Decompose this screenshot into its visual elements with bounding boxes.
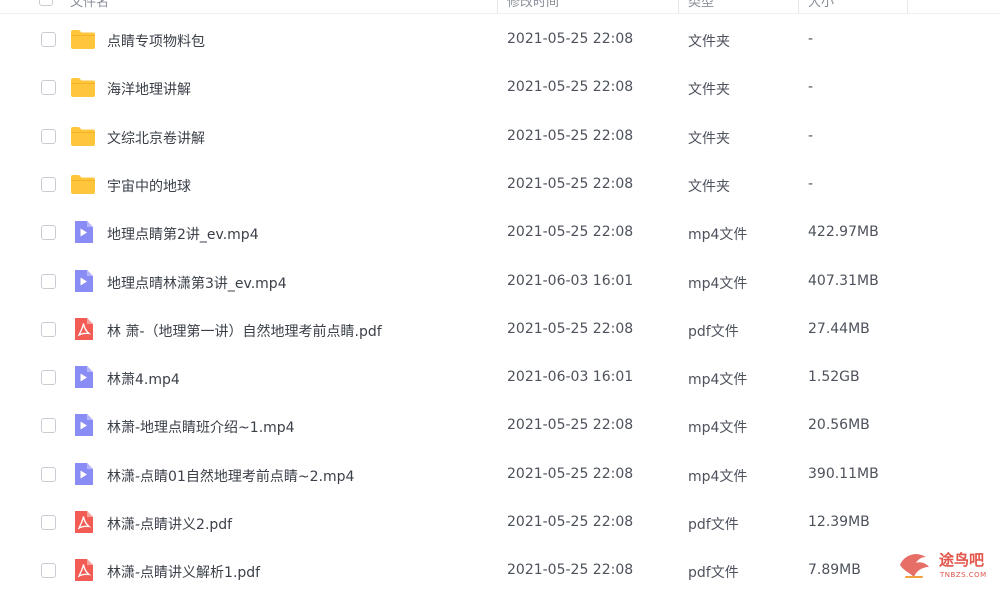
modified-date: 2021-05-25 22:08 [507, 128, 634, 144]
file-row[interactable]: 宇宙中的地球 2021-05-25 22:08 文件夹 - [0, 160, 1000, 208]
file-type: 文件夹 [688, 179, 730, 195]
video-file-icon [70, 221, 96, 243]
file-type: 文件夹 [688, 131, 730, 147]
file-size: - [808, 31, 814, 47]
file-name-link[interactable]: 地理点晴林潇第3讲_ev.mp4 [107, 273, 287, 293]
modified-date: 2021-05-25 22:08 [507, 562, 634, 578]
modified-date: 2021-05-25 22:08 [507, 321, 634, 337]
file-type: mp4文件 [688, 227, 748, 243]
file-size: 12.39MB [808, 514, 870, 530]
row-checkbox[interactable] [41, 418, 56, 433]
file-row[interactable]: 林萧4.mp4 2021-06-03 16:01 mp4文件 1.52GB [0, 353, 1000, 401]
file-name-link[interactable]: 地理点睛第2讲_ev.mp4 [107, 224, 259, 244]
watermark: 途鸟吧 TNBZS.COM [896, 547, 1000, 586]
watermark-subtext: TNBZS.COM [940, 571, 987, 579]
video-file-icon [70, 414, 96, 436]
file-name-link[interactable]: 林萧4.mp4 [107, 369, 180, 389]
folder-icon [70, 173, 96, 195]
file-row[interactable]: 点睛专项物料包 2021-05-25 22:08 文件夹 - [0, 15, 1000, 63]
file-size: 7.89MB [808, 562, 861, 578]
watermark-text: 途鸟吧 [939, 551, 985, 569]
file-type: pdf文件 [688, 517, 739, 533]
row-checkbox[interactable] [41, 225, 56, 240]
select-all-checkbox[interactable] [39, 0, 53, 6]
file-row[interactable]: 林潇-点睛01自然地理考前点睛~2.mp4 2021-05-25 22:08 mp4… [0, 450, 1000, 498]
file-row[interactable]: 地理点晴林潇第3讲_ev.mp4 2021-06-03 16:01 mp4文件 407… [0, 257, 1000, 305]
video-file-icon [70, 270, 96, 292]
file-name-link[interactable]: 林 萧-（地理第一讲）自然地理考前点睛.pdf [107, 321, 382, 341]
file-type: 文件夹 [688, 82, 730, 98]
file-name-link[interactable]: 林潇-点睛01自然地理考前点睛~2.mp4 [107, 466, 354, 486]
file-size: 1.52GB [808, 369, 860, 385]
row-checkbox[interactable] [41, 563, 56, 578]
modified-date: 2021-05-25 22:08 [507, 224, 634, 240]
modified-date: 2021-05-25 22:08 [507, 466, 634, 482]
row-checkbox[interactable] [41, 370, 56, 385]
file-row[interactable]: 地理点睛第2讲_ev.mp4 2021-05-25 22:08 mp4文件 422.9… [0, 208, 1000, 256]
pdf-file-icon [70, 318, 96, 340]
file-size: 422.97MB [808, 224, 879, 240]
folder-icon [70, 76, 96, 98]
file-name-link[interactable]: 海洋地理讲解 [107, 79, 191, 99]
pdf-file-icon [70, 559, 96, 581]
file-type: mp4文件 [688, 276, 748, 292]
file-name-link[interactable]: 林萧-地理点睛班介绍~1.mp4 [107, 417, 295, 437]
video-file-icon [70, 366, 96, 388]
row-checkbox[interactable] [41, 177, 56, 192]
file-type: pdf文件 [688, 565, 739, 581]
column-header-type[interactable]: 类型 [688, 0, 714, 10]
folder-icon [70, 125, 96, 147]
folder-icon [70, 28, 96, 50]
file-size: 407.31MB [808, 273, 879, 289]
column-divider [497, 0, 498, 13]
file-name-link[interactable]: 宇宙中的地球 [107, 176, 191, 196]
column-header-size[interactable]: 大小 [808, 0, 834, 10]
modified-date: 2021-05-25 22:08 [507, 417, 634, 433]
video-file-icon [70, 463, 96, 485]
modified-date: 2021-05-25 22:08 [507, 79, 634, 95]
column-divider [907, 0, 908, 13]
row-checkbox[interactable] [41, 32, 56, 47]
row-checkbox[interactable] [41, 515, 56, 530]
pdf-file-icon [70, 511, 96, 533]
file-size: 27.44MB [808, 321, 870, 337]
bird-logo-icon [900, 554, 929, 578]
file-size: - [808, 79, 814, 95]
file-name-link[interactable]: 文综北京卷讲解 [107, 128, 205, 148]
file-row[interactable]: 林 萧-（地理第一讲）自然地理考前点睛.pdf 2021-05-25 22:08 p… [0, 305, 1000, 353]
file-size: - [808, 128, 814, 144]
row-checkbox[interactable] [41, 80, 56, 95]
file-size: 20.56MB [808, 417, 870, 433]
file-name-link[interactable]: 林潇-点睛讲义解析1.pdf [107, 562, 260, 582]
file-type: 文件夹 [688, 34, 730, 50]
file-row[interactable]: 林萧-地理点睛班介绍~1.mp4 2021-05-25 22:08 mp4文件 20.… [0, 401, 1000, 449]
file-name-link[interactable]: 点睛专项物料包 [107, 31, 205, 51]
file-row[interactable]: 林潇-点睛讲义2.pdf 2021-05-25 22:08 pdf文件 12.39MB [0, 498, 1000, 546]
file-size: - [808, 176, 814, 192]
modified-date: 2021-06-03 16:01 [507, 369, 634, 385]
file-list-header: 文件名 修改时间 类型 大小 [0, 0, 1000, 14]
file-name-link[interactable]: 林潇-点睛讲义2.pdf [107, 514, 232, 534]
modified-date: 2021-05-25 22:08 [507, 176, 634, 192]
file-row[interactable]: 海洋地理讲解 2021-05-25 22:08 文件夹 - [0, 63, 1000, 111]
column-header-name[interactable]: 文件名 [70, 0, 109, 10]
file-type: mp4文件 [688, 469, 748, 485]
modified-date: 2021-05-25 22:08 [507, 31, 634, 47]
column-header-date[interactable]: 修改时间 [507, 0, 559, 10]
file-type: pdf文件 [688, 324, 739, 340]
file-size: 390.11MB [808, 466, 879, 482]
column-divider [798, 0, 799, 13]
row-checkbox[interactable] [41, 322, 56, 337]
column-divider [678, 0, 679, 13]
row-checkbox[interactable] [41, 129, 56, 144]
file-type: mp4文件 [688, 372, 748, 388]
row-checkbox[interactable] [41, 467, 56, 482]
file-row[interactable]: 文综北京卷讲解 2021-05-25 22:08 文件夹 - [0, 112, 1000, 160]
file-row[interactable]: 林潇-点睛讲义解析1.pdf 2021-05-25 22:08 pdf文件 7.89M… [0, 546, 1000, 594]
modified-date: 2021-06-03 16:01 [507, 273, 634, 289]
file-type: mp4文件 [688, 420, 748, 436]
row-checkbox[interactable] [41, 274, 56, 289]
modified-date: 2021-05-25 22:08 [507, 514, 634, 530]
